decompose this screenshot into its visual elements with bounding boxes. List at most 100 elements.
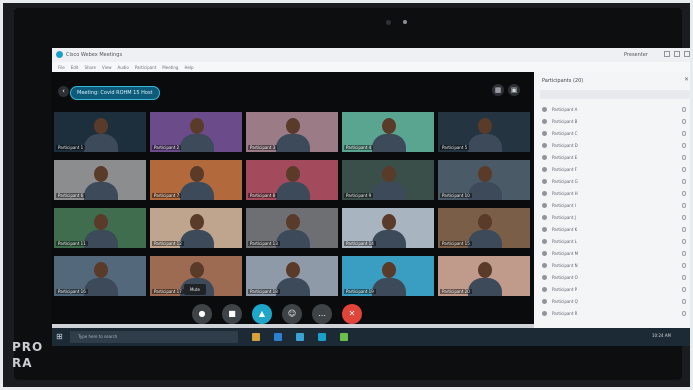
participant-list-item[interactable]: Participant K [540, 224, 690, 235]
participant-tile[interactable]: Participant 4 [342, 112, 434, 152]
participant-list-item[interactable]: Participant M [540, 248, 690, 259]
participant-head [478, 118, 492, 134]
speaker-view-icon[interactable]: ▣ [508, 84, 520, 96]
participant-list-item[interactable]: Participant L [540, 236, 690, 247]
avatar [542, 119, 547, 124]
participant-name: Participant 15 [440, 241, 472, 246]
participant-tile[interactable]: Participant 8 [246, 160, 338, 200]
participant-list-item[interactable]: Participant N [540, 260, 690, 271]
participant-name: Participant 14 [344, 241, 376, 246]
participant-list-item[interactable]: Participant D [540, 140, 690, 151]
participant-list-item[interactable]: Participant B [540, 116, 690, 127]
windows-start-icon[interactable]: ⊞ [56, 332, 65, 341]
participant-list-item[interactable]: Participant C [540, 128, 690, 139]
share-icon[interactable]: ▲ [252, 304, 272, 324]
menu-item[interactable]: File [58, 65, 65, 70]
mic-icon [682, 107, 686, 112]
avatar [542, 167, 547, 172]
avatar [542, 143, 547, 148]
taskbar-search-input[interactable]: Type here to search [70, 331, 238, 343]
participant-tile[interactable]: Participant 10 [438, 160, 530, 200]
participants-icon[interactable]: ☺ [282, 304, 302, 324]
participant-tile[interactable]: Participant 5 [438, 112, 530, 152]
grid-view-icon[interactable]: ▦ [492, 84, 504, 96]
participant-tile[interactable]: Participant 2 [150, 112, 242, 152]
participant-tile[interactable]: Participant 19 [342, 256, 434, 296]
user-name[interactable]: Presenter [624, 52, 648, 58]
participant-tile[interactable]: Participant 12 [150, 208, 242, 248]
menu-item[interactable]: Edit [71, 65, 79, 70]
participant-tile[interactable]: Participant 7 [150, 160, 242, 200]
participant-tile[interactable]: Participant 6 [54, 160, 146, 200]
video-icon[interactable]: ■ [222, 304, 242, 324]
participant-list-item[interactable]: Participant Q [540, 296, 690, 307]
taskbar-app-icon[interactable] [318, 333, 326, 341]
participant-head [190, 214, 204, 230]
participant-tile[interactable]: Participant 3 [246, 112, 338, 152]
avatar [542, 275, 547, 280]
close-icon[interactable] [684, 51, 690, 57]
taskbar-app-icon[interactable] [274, 333, 282, 341]
participant-tile[interactable]: Participant 16 [54, 256, 146, 296]
mic-icon [682, 263, 686, 268]
participant-tile[interactable]: Participant 20 [438, 256, 530, 296]
minimize-icon[interactable] [664, 51, 670, 57]
participant-name: Participant 5 [440, 145, 470, 150]
avatar [542, 239, 547, 244]
participant-list-item[interactable]: Participant E [540, 152, 690, 163]
participant-tile[interactable]: Participant 14 [342, 208, 434, 248]
participant-body [276, 278, 310, 296]
participant-list-item[interactable]: Participant P [540, 284, 690, 295]
avatar [542, 179, 547, 184]
meeting-info-pill[interactable]: Meeting: Covid ROHM 15 Host [70, 86, 160, 100]
mic-icon [682, 215, 686, 220]
participant-list-name: Participant J [552, 215, 576, 220]
participant-body [468, 134, 502, 152]
back-arrow-icon[interactable]: ‹ [58, 86, 69, 97]
menu-item[interactable]: Participant [135, 65, 156, 70]
menu-item[interactable]: Share [84, 65, 96, 70]
participant-name: Participant 18 [248, 289, 280, 294]
end-call-icon[interactable]: ✕ [342, 304, 362, 324]
participant-name: Participant 1 [56, 145, 86, 150]
participant-list-item[interactable]: Participant R [540, 308, 690, 319]
participant-list-item[interactable]: Participant H [540, 188, 690, 199]
menu-item[interactable]: View [102, 65, 112, 70]
more-icon[interactable]: … [312, 304, 332, 324]
participant-tile[interactable]: Participant 13 [246, 208, 338, 248]
participant-body [276, 230, 310, 248]
mic-icon[interactable]: ● [192, 304, 212, 324]
taskbar-app-icon[interactable] [252, 333, 260, 341]
taskbar-app-icon[interactable] [296, 333, 304, 341]
participant-list-item[interactable]: Participant I [540, 200, 690, 211]
taskbar-app-icon[interactable] [340, 333, 348, 341]
participant-list-item[interactable]: Participant G [540, 176, 690, 187]
participant-tile[interactable]: Participant 18 [246, 256, 338, 296]
participant-search-input[interactable] [540, 90, 690, 99]
participant-list-item[interactable]: Participant A [540, 104, 690, 115]
monitor-frame: Cisco Webex Meetings Presenter File Edit S… [14, 8, 693, 380]
participant-name: Participant 3 [248, 145, 278, 150]
maximize-icon[interactable] [674, 51, 680, 57]
panel-close-icon[interactable]: ✕ [684, 76, 689, 83]
menu-item[interactable]: Meeting [162, 65, 178, 70]
participant-tile[interactable]: Participant 1 [54, 112, 146, 152]
participant-tile[interactable]: Participant 11 [54, 208, 146, 248]
participant-list-item[interactable]: Participant J [540, 212, 690, 223]
mic-icon [682, 287, 686, 292]
participant-list-item[interactable]: Participant F [540, 164, 690, 175]
menu-item[interactable]: Help [184, 65, 193, 70]
mic-icon [682, 119, 686, 124]
participant-tile[interactable]: Participant 15 [438, 208, 530, 248]
avatar [542, 203, 547, 208]
participant-head [190, 262, 204, 278]
participant-body [372, 278, 406, 296]
participant-body [372, 134, 406, 152]
participant-body [276, 182, 310, 200]
menu-item[interactable]: Audio [118, 65, 129, 70]
participant-tile[interactable]: Participant 9 [342, 160, 434, 200]
participant-list-item[interactable]: Participant O [540, 272, 690, 283]
participant-name: Participant 8 [248, 193, 278, 198]
participant-list-name: Participant D [552, 143, 578, 148]
participant-name: Participant 12 [152, 241, 184, 246]
